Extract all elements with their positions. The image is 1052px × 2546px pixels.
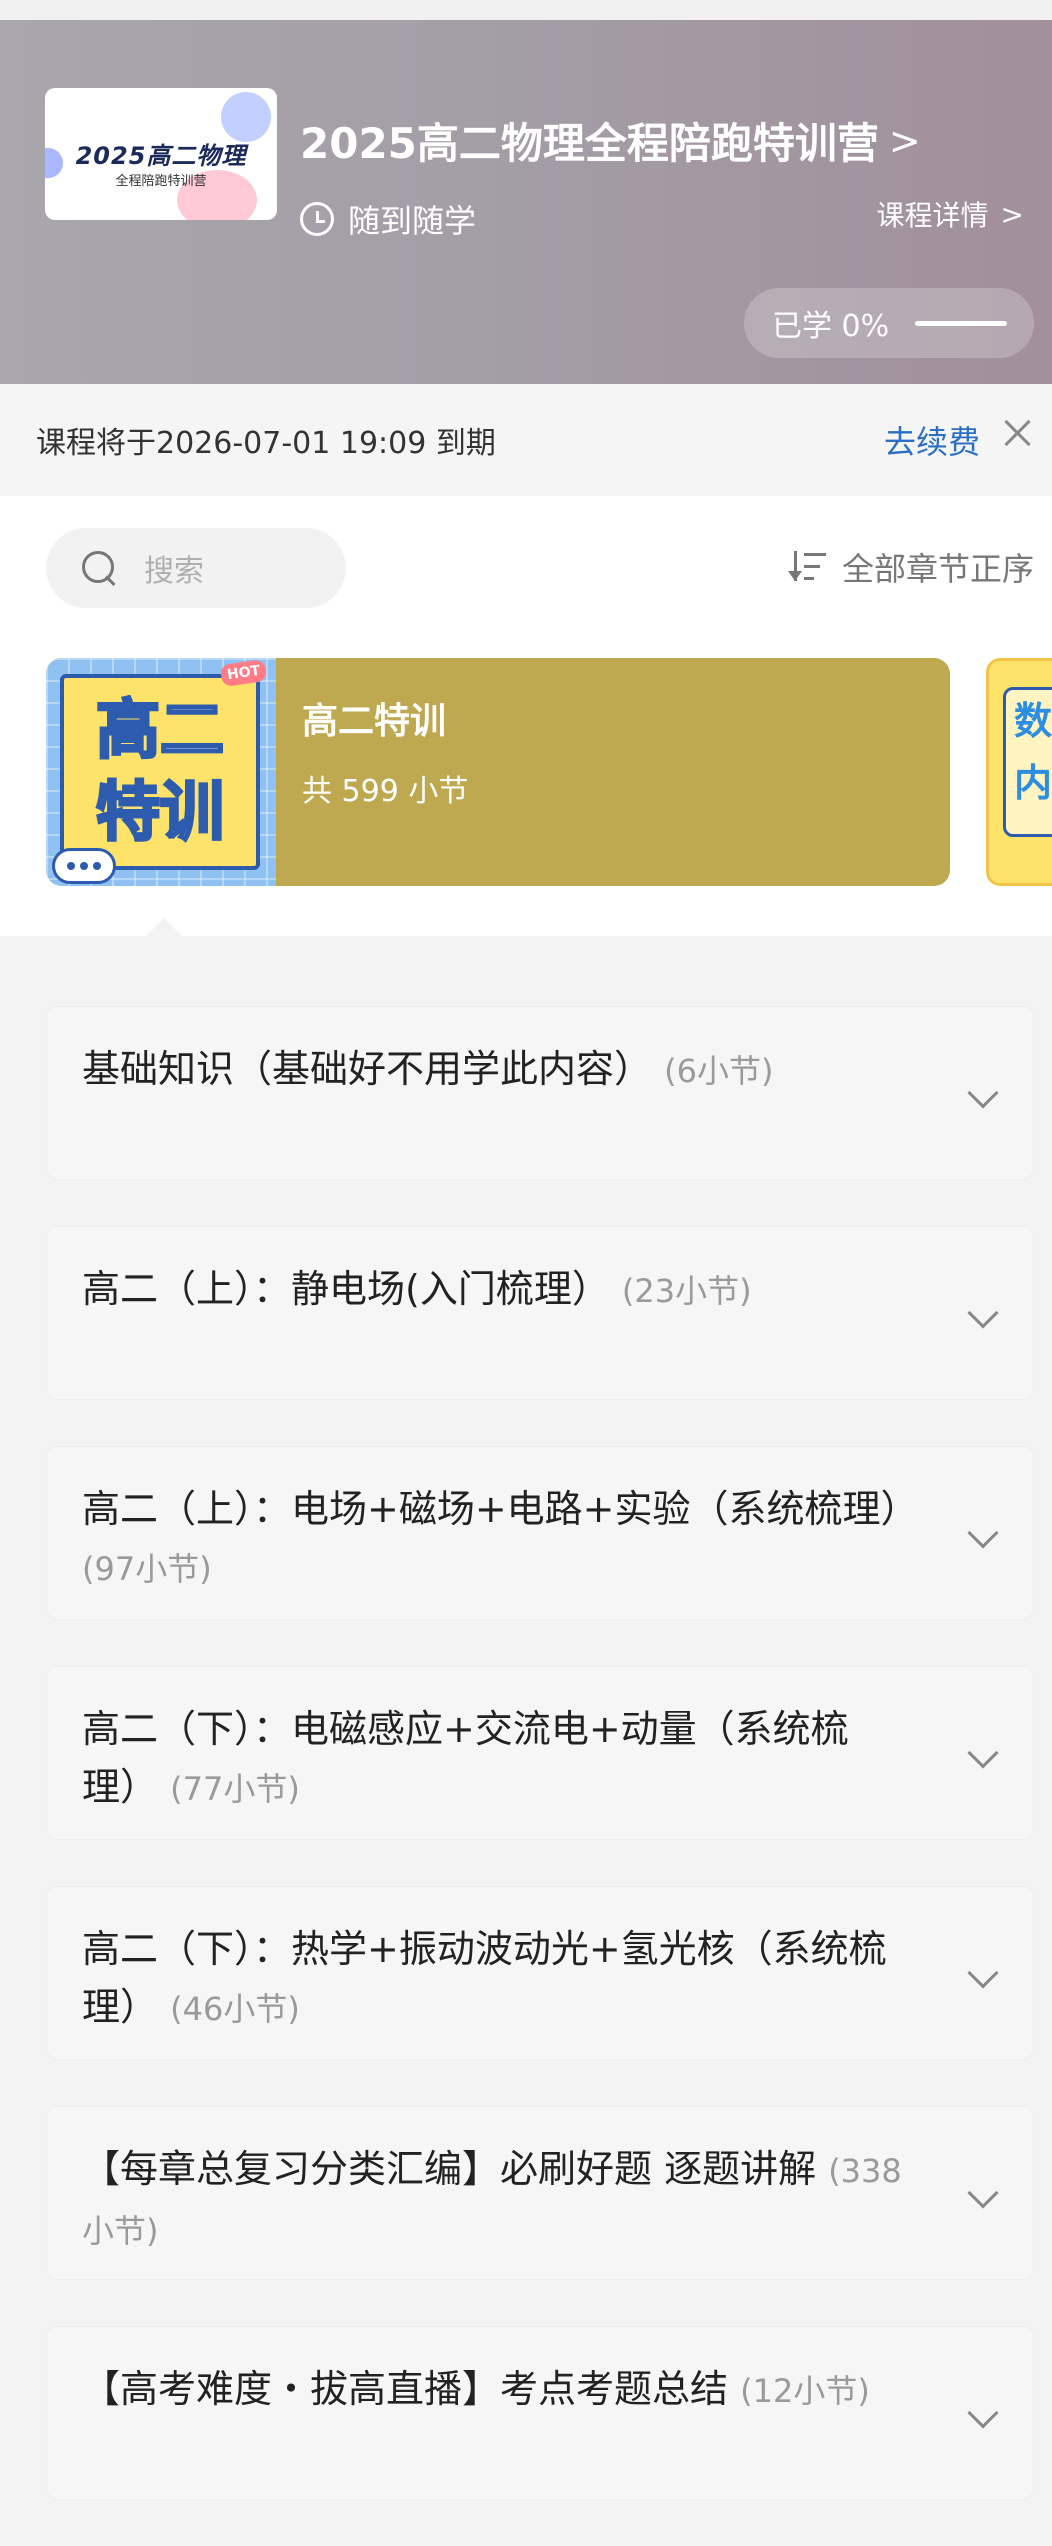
thumbnail-decoration (221, 92, 271, 142)
chapter-lesson-count: (12小节) (740, 2372, 870, 2410)
chapter-item[interactable]: 高二（下）：热学+振动波动光+氢光核（系统梳理） (46小节) (46, 1886, 1034, 2060)
course-schedule: 随到随学 (300, 196, 476, 242)
sort-button[interactable]: 全部章节正序 (787, 544, 1034, 590)
chapter-lesson-count: (23小节) (621, 1272, 752, 1310)
chapter-lesson-count: (77小节) (170, 1770, 300, 1808)
cover-text-block: 高二 特训 (60, 674, 260, 870)
module-title: 高二特训 (302, 701, 447, 742)
progress-label: 已学 0% (772, 309, 890, 344)
chapter-item[interactable]: 【每章总复习分类汇编】必刷好题 逐题讲解 (338小节) (46, 2106, 1034, 2280)
thumbnail-title: 2025高二物理 (75, 142, 247, 170)
chapter-lesson-count: (97小节) (82, 1550, 212, 1588)
chevron-right-icon: > (1000, 197, 1024, 231)
expiry-text: 课程将于2026-07-01 19:09 到期 (36, 426, 496, 461)
chapter-title: 基础知识（基础好不用学此内容） (82, 1047, 653, 1091)
next-module-cover: 数 内 (1003, 687, 1052, 837)
chapter-list: 基础知识（基础好不用学此内容） (6小节) 高二（上）：静电场(入门梳理） (2… (46, 1006, 1034, 2546)
course-title[interactable]: 2025高二物理全程陪跑特训营 > (300, 110, 921, 171)
chevron-right-icon: > (888, 118, 921, 163)
course-details-link[interactable]: 课程详情 > (877, 194, 1024, 234)
progress-bar (915, 320, 1008, 326)
schedule-text: 随到随学 (348, 202, 477, 240)
sort-icon (787, 549, 828, 585)
hot-badge: HOT (219, 658, 268, 688)
chapter-item[interactable]: 高二（下）：电磁感应+交流电+动量（系统梳理） (77小节) (46, 1666, 1034, 1840)
chapter-title: 高二（上）：电场+磁场+电路+实验（系统梳理） (82, 1487, 919, 1531)
module-cover-image: 高二 特训 HOT (46, 658, 276, 886)
chevron-down-icon (967, 2397, 999, 2429)
selection-pointer (144, 918, 184, 938)
chapter-title: 【高考难度・拔高直播】考点考题总结 (82, 2367, 729, 2411)
chevron-down-icon (967, 1517, 999, 1549)
course-header: 2025高二物理 全程陪跑特训营 2025高二物理全程陪跑特训营 > 随到随学 … (0, 20, 1052, 384)
chevron-down-icon (967, 1957, 999, 1989)
search-placeholder: 搜索 (144, 554, 204, 589)
thumbnail-subtitle: 全程陪跑特训营 (115, 174, 207, 189)
clock-icon (300, 202, 334, 236)
chapter-title: 高二（上）：静电场(入门梳理） (82, 1267, 610, 1311)
search-icon (82, 551, 116, 585)
module-card-info: 高二特训 共 599 小节 (276, 658, 468, 886)
module-card-next[interactable]: 数 内 (986, 658, 1052, 886)
chapter-title: 【每章总复习分类汇编】必刷好题 逐题讲解 (82, 2147, 817, 2191)
chapter-lesson-count: (46小节) (170, 1990, 300, 2028)
chapter-item[interactable]: 高二（上）：电场+磁场+电路+实验（系统梳理） (97小节) (46, 1446, 1034, 1620)
chapter-item[interactable]: 高二（上）：静电场(入门梳理） (23小节) (46, 1226, 1034, 1400)
close-icon[interactable] (996, 412, 1040, 456)
module-lesson-count: 共 599 小节 (302, 774, 469, 809)
status-strip (0, 0, 1052, 20)
cover-line: 特训 (95, 775, 226, 852)
chapter-item[interactable]: 基础知识（基础好不用学此内容） (6小节) (46, 1006, 1034, 1180)
chapter-item[interactable]: 【高考难度・拔高直播】考点考题总结 (12小节) (46, 2326, 1034, 2500)
sort-label: 全部章节正序 (841, 550, 1034, 588)
course-thumbnail[interactable]: 2025高二物理 全程陪跑特训营 (45, 88, 277, 220)
expiry-notice: 课程将于2026-07-01 19:09 到期 去续费 (0, 384, 1052, 496)
catalog-panel: 搜索 全部章节正序 高二 特训 HOT 高二特训 共 599 小节 数 内 (0, 496, 1052, 938)
next-module-cover-text: 内 (1014, 761, 1052, 805)
chevron-down-icon (967, 1737, 999, 1769)
chevron-down-icon (967, 1077, 999, 1109)
chevron-down-icon (967, 1297, 999, 1329)
next-module-cover-text: 数 (1014, 699, 1052, 743)
chevron-down-icon (967, 2177, 999, 2209)
study-progress: 已学 0% (744, 288, 1034, 358)
cover-line: 高二 (95, 693, 226, 770)
chat-bubble-icon (52, 848, 116, 884)
module-card-selected[interactable]: 高二 特训 HOT 高二特训 共 599 小节 (46, 658, 950, 886)
search-input[interactable]: 搜索 (46, 528, 346, 608)
chapter-lesson-count: (6小节) (664, 1052, 774, 1090)
course-title-text: 2025高二物理全程陪跑特训营 (300, 119, 879, 168)
course-details-label: 课程详情 (876, 199, 989, 232)
renew-button[interactable]: 去续费 (884, 417, 980, 463)
